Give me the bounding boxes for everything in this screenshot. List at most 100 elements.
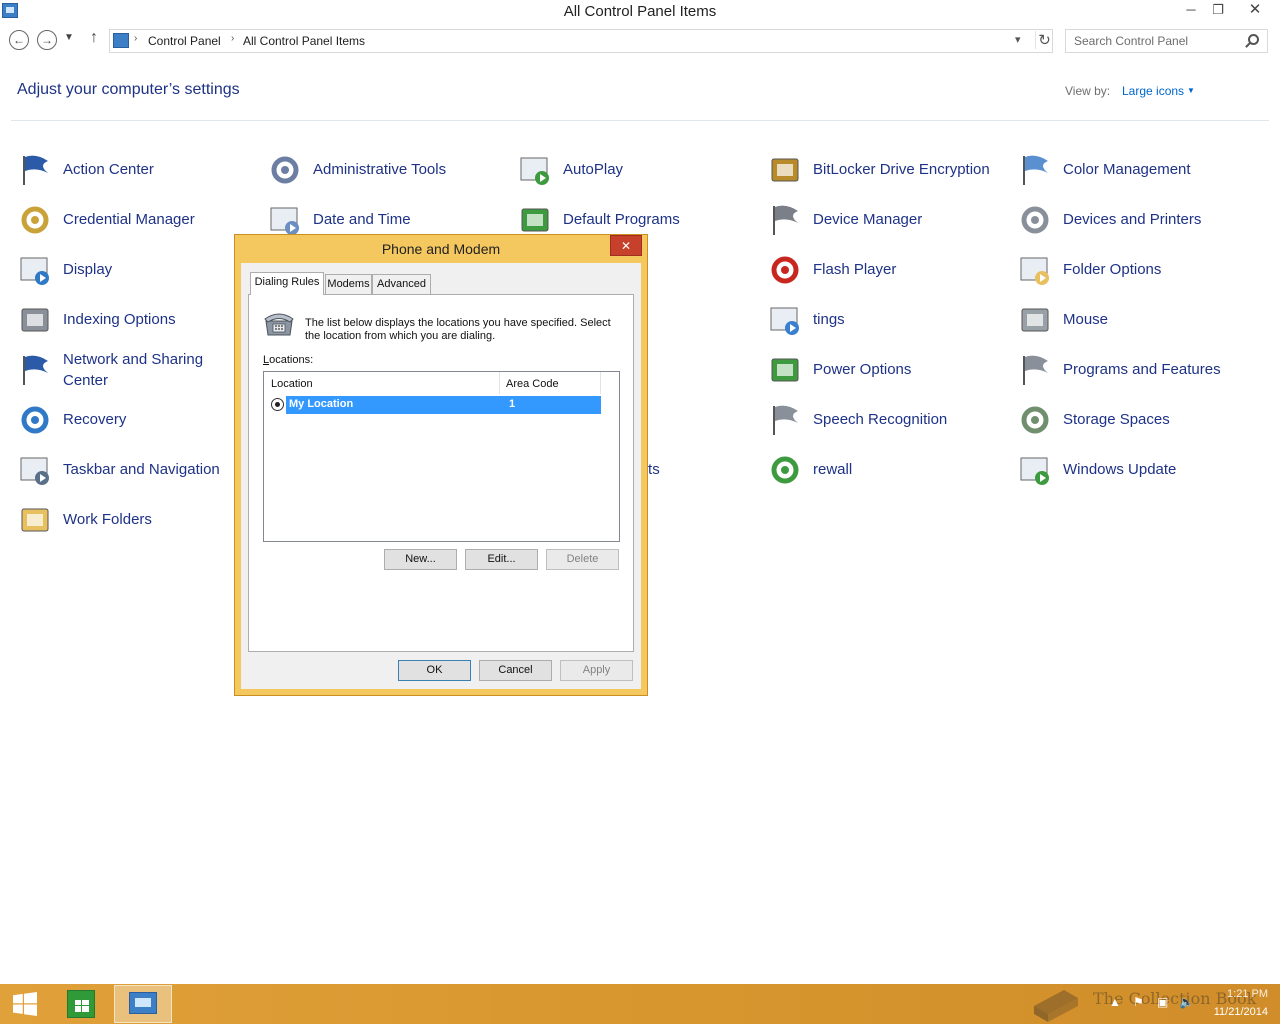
control-panel-item[interactable]: Storage Spaces	[1018, 403, 1263, 443]
control-panel-item[interactable]: Administrative Tools	[268, 153, 510, 193]
column-header-area-code[interactable]: Area Code	[500, 372, 601, 394]
control-panel-item-label: Power Options	[813, 361, 912, 378]
new-location-button[interactable]: New...	[384, 549, 457, 570]
control-panel-item[interactable]: Network and Sharing Center	[18, 351, 260, 393]
control-panel-item[interactable]: Mouse	[1018, 303, 1263, 343]
work-folders-icon	[21, 508, 49, 532]
back-button[interactable]: ←	[9, 30, 29, 50]
windows-firewall-icon	[771, 456, 799, 484]
view-by-dropdown[interactable]: Large icons	[1122, 84, 1184, 98]
control-panel-item[interactable]: Speech Recognition	[768, 403, 1010, 443]
clock-date[interactable]: 11/21/2014	[1200, 1006, 1268, 1018]
title-bar: All Control Panel Items ─ ❐ ✕	[0, 0, 1280, 24]
tab-modems[interactable]: Modems	[325, 274, 372, 294]
windows-logo-icon	[13, 992, 37, 1016]
recovery-icon	[21, 406, 49, 434]
control-panel-item-label: Action Center	[63, 161, 154, 178]
control-panel-item[interactable]: Color Management	[1018, 153, 1263, 193]
indexing-options-icon	[21, 308, 49, 332]
control-panel-item[interactable]: Device Manager	[768, 203, 1010, 243]
control-panel-item[interactable]: Power Options	[768, 353, 1010, 393]
refresh-icon[interactable]: ↻	[1035, 31, 1053, 49]
show-hidden-icons-icon[interactable]: ▲	[1109, 995, 1121, 1009]
view-by-chevron-icon[interactable]: ▼	[1187, 86, 1195, 95]
telephone-icon	[264, 313, 294, 336]
control-panel-item-label: Work Folders	[63, 511, 152, 528]
volume-icon[interactable]: 🔈	[1179, 995, 1194, 1009]
minimize-button[interactable]: ─	[1178, 0, 1204, 22]
control-panel-item-label: Device Manager	[813, 211, 923, 228]
control-panel-item[interactable]: AutoPlay	[518, 153, 760, 193]
forward-button[interactable]: →	[37, 30, 57, 50]
power-options-icon	[771, 358, 799, 382]
control-panel-item[interactable]: tings	[768, 303, 1010, 343]
dialog-body: Dialing Rules Modems Advanced The list b…	[241, 263, 641, 689]
search-input[interactable]	[1066, 30, 1242, 52]
network-sharing-icon	[23, 355, 48, 385]
tab-dialing-rules[interactable]: Dialing Rules	[250, 272, 324, 295]
control-panel-item[interactable]: Display	[18, 253, 260, 293]
control-panel-item[interactable]: Flash Player	[768, 253, 1010, 293]
control-panel-item[interactable]: rewall	[768, 453, 1010, 493]
control-panel-item[interactable]: Devices and Printers	[1018, 203, 1263, 243]
location-row[interactable]: My Location 1	[269, 396, 601, 414]
control-panel-item-label: AutoPlay	[563, 161, 624, 178]
network-icon[interactable]: ▣	[1157, 995, 1168, 1009]
address-dropdown-chevron-icon[interactable]: ▾	[1015, 33, 1021, 46]
search-box[interactable]	[1065, 29, 1268, 53]
store-windows-logo-icon	[75, 1000, 89, 1012]
control-panel-item[interactable]: Action Center	[18, 153, 260, 193]
close-window-button[interactable]: ✕	[1232, 0, 1278, 22]
control-panel-item-label: Flash Player	[813, 261, 897, 278]
control-panel-item[interactable]: Indexing Options	[18, 303, 260, 343]
delete-location-button[interactable]: Delete	[546, 549, 619, 570]
control-panel-item[interactable]: Taskbar and Navigation	[18, 453, 260, 493]
control-panel-item[interactable]: Windows Update	[1018, 453, 1263, 493]
header-divider	[11, 120, 1269, 121]
restore-button[interactable]: ❐	[1205, 0, 1231, 22]
control-panel-item[interactable]: Recovery	[18, 403, 260, 443]
dialog-close-button[interactable]: ✕	[610, 235, 642, 256]
search-icon[interactable]	[1248, 34, 1259, 45]
control-panel-item-label: Color Management	[1063, 161, 1191, 178]
folder-options-icon	[1020, 257, 1049, 285]
tab-advanced[interactable]: Advanced	[372, 274, 431, 294]
breadcrumb-separator-icon[interactable]: ›	[231, 33, 234, 44]
control-panel-item-label: Folder Options	[1063, 261, 1162, 278]
control-panel-item-label: Date and Time	[313, 211, 411, 228]
ok-button[interactable]: OK	[398, 660, 471, 681]
control-panel-item-label: Indexing Options	[63, 311, 176, 328]
breadcrumb-control-panel[interactable]: Control Panel	[148, 34, 221, 48]
address-box[interactable]: › Control Panel › All Control Panel Item…	[109, 29, 1053, 53]
locations-list[interactable]: Location Area Code My Location 1	[263, 371, 620, 542]
edit-location-button[interactable]: Edit...	[465, 549, 538, 570]
apply-button[interactable]: Apply	[560, 660, 633, 681]
breadcrumb-all-items[interactable]: All Control Panel Items	[243, 34, 365, 48]
recent-locations-chevron-icon[interactable]: ▼	[64, 32, 74, 43]
date-time-icon	[270, 207, 299, 235]
control-panel-item-label: Windows Update	[1063, 461, 1177, 478]
taskbar-store-button[interactable]	[57, 984, 107, 1024]
control-panel-item[interactable]: Work Folders	[18, 503, 260, 543]
breadcrumb-separator-icon[interactable]: ›	[134, 33, 137, 44]
programs-features-icon	[1023, 355, 1048, 385]
control-panel-item-label: Administrative Tools	[313, 161, 447, 178]
store-bag-icon	[67, 990, 95, 1018]
control-panel-item[interactable]: Credential Manager	[18, 203, 260, 243]
taskbar-control-panel-button[interactable]	[114, 985, 172, 1023]
book-icon	[1034, 990, 1078, 1022]
up-level-arrow-icon[interactable]: ↑	[86, 29, 102, 47]
control-panel-item[interactable]: BitLocker Drive Encryption	[768, 153, 1010, 193]
location-radio-selected-icon[interactable]	[271, 398, 284, 411]
column-header-location[interactable]: Location	[264, 372, 500, 394]
cancel-button[interactable]: Cancel	[479, 660, 552, 681]
control-panel-item-label: Speech Recognition	[813, 411, 948, 428]
administrative-tools-icon	[271, 156, 299, 184]
start-button[interactable]	[0, 984, 50, 1024]
taskbar-navigation-icon	[20, 457, 49, 485]
control-panel-item[interactable]: Programs and Features	[1018, 353, 1263, 393]
clock-time[interactable]: 1:21 PM	[1208, 988, 1268, 1000]
action-center-flag-icon[interactable]: ⚑	[1133, 995, 1144, 1009]
control-panel-item[interactable]: Folder Options	[1018, 253, 1263, 293]
locations-label: Locations:	[263, 354, 314, 366]
